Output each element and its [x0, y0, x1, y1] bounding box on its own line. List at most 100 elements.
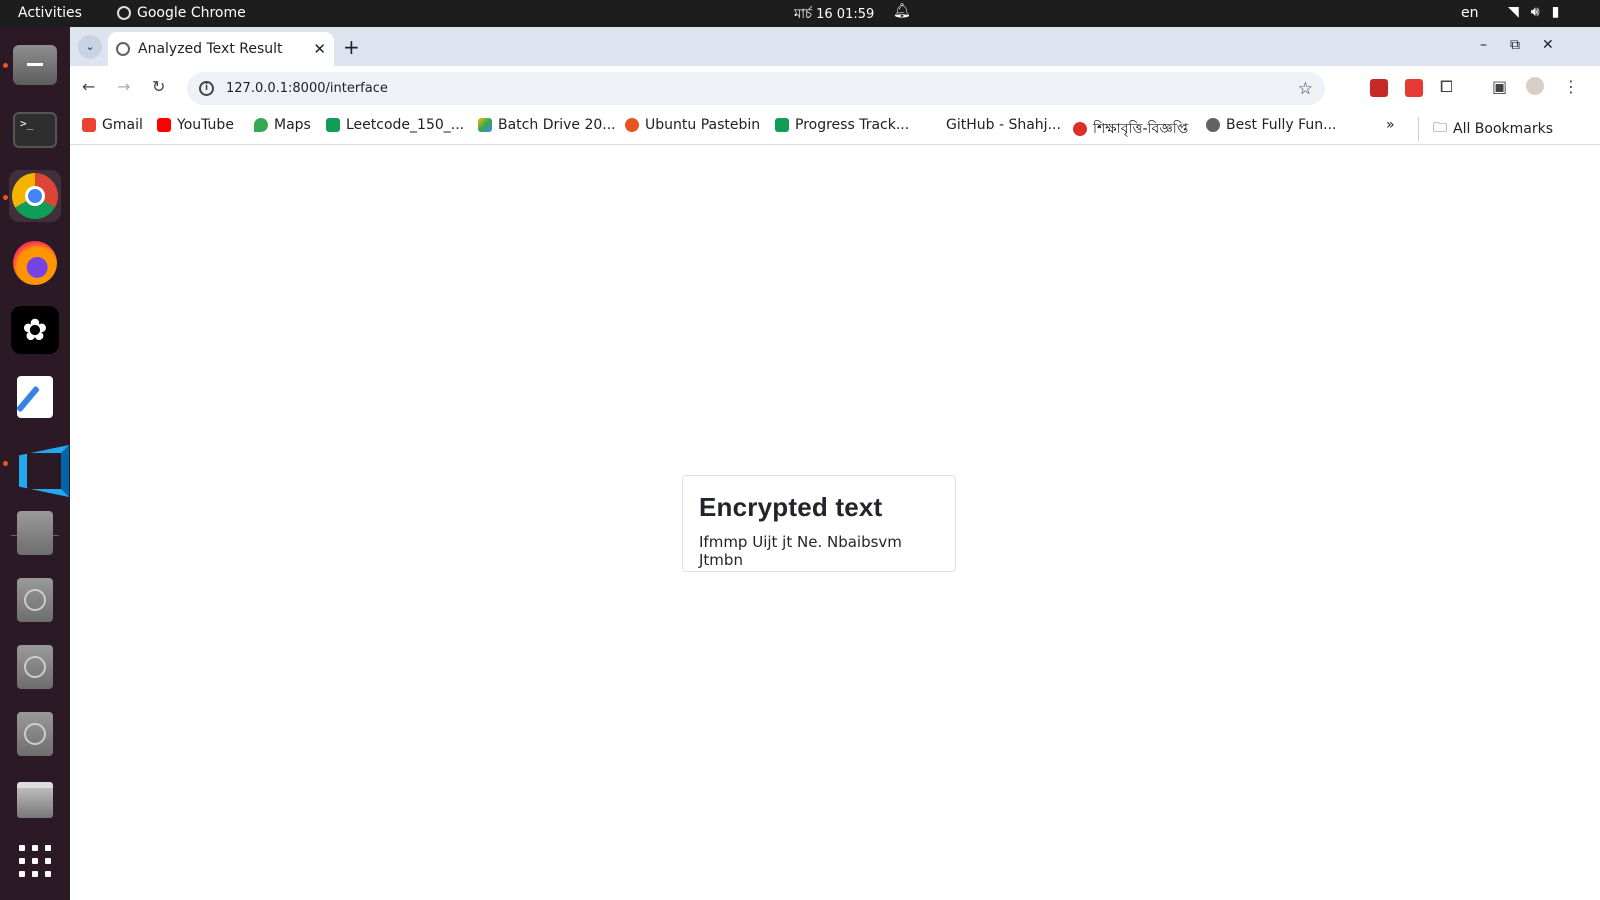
bookmark-star-icon[interactable]: ☆: [1298, 79, 1313, 99]
tab-analyzed-text-result[interactable]: Analyzed Text Result ✕: [108, 32, 334, 66]
terminal-launcher[interactable]: >_: [9, 104, 61, 156]
running-indicator: [3, 63, 8, 68]
minimize-icon[interactable]: –: [1480, 37, 1487, 53]
show-apps-button[interactable]: [9, 835, 61, 887]
bookmark-best-fully-fun[interactable]: Best Fully Fun...: [1206, 117, 1337, 133]
language-indicator[interactable]: en: [1461, 5, 1479, 21]
bookmark-label: শিক্ষাবৃত্তি-বিজ্ঞপ্তি: [1093, 121, 1189, 137]
app-menu[interactable]: Google Chrome: [117, 5, 246, 21]
reload-icon[interactable]: ↻: [152, 77, 165, 96]
disk-icon: [17, 511, 53, 555]
disk-launcher[interactable]: [9, 574, 61, 626]
app-name: Google Chrome: [137, 5, 246, 21]
bookmark-label: Batch Drive 20...: [498, 117, 616, 133]
all-bookmarks-label: All Bookmarks: [1453, 121, 1554, 137]
bookmark-gmail[interactable]: Gmail: [82, 117, 143, 133]
close-window-icon[interactable]: ✕: [1542, 37, 1554, 53]
page-content: Encrypted text Ifmmp Uijt jt Ne. Nbaibsv…: [70, 145, 1600, 900]
vscode-launcher[interactable]: [9, 437, 61, 489]
forward-arrow-icon[interactable]: →: [117, 77, 130, 96]
drive-icon: [478, 118, 492, 132]
back-arrow-icon[interactable]: ←: [82, 77, 95, 96]
disk-launcher[interactable]: [9, 708, 61, 760]
bookmark-github[interactable]: GitHub - Shahj...: [926, 117, 1061, 133]
battery-icon: ▮: [1551, 4, 1560, 20]
text-editor-launcher[interactable]: [9, 371, 61, 423]
bookmark-ubuntu-pastebin[interactable]: Ubuntu Pastebin: [625, 117, 760, 133]
disk-icon: [17, 578, 53, 622]
youtube-icon: [157, 118, 171, 132]
more-bookmarks-chevron-icon[interactable]: »: [1386, 117, 1395, 133]
clock[interactable]: মার্চ 16 01:59: [794, 5, 874, 26]
chrome-icon: [12, 173, 58, 219]
new-tab-button[interactable]: +: [343, 35, 360, 59]
bookmark-label: Gmail: [102, 117, 143, 133]
close-tab-icon[interactable]: ✕: [313, 40, 326, 58]
notification-bell-icon[interactable]: 🔔︎: [893, 3, 911, 19]
bookmark-label: Leetcode_150_...: [346, 117, 465, 133]
files-launcher[interactable]: [9, 39, 61, 91]
disk-launcher[interactable]: [9, 641, 61, 693]
card-heading: Encrypted text: [699, 492, 883, 522]
firefox-icon: [13, 241, 57, 285]
firefox-launcher[interactable]: [9, 237, 61, 289]
bookmark-label: Best Fully Fun...: [1226, 117, 1337, 133]
chatgpt-launcher[interactable]: ✿: [9, 304, 61, 356]
sheets-icon: [326, 118, 340, 132]
bookmark-label: Ubuntu Pastebin: [645, 117, 761, 133]
tab-strip: ⌄ Analyzed Text Result ✕ + – ⧉ ✕: [70, 27, 1600, 66]
running-indicator: [3, 195, 8, 200]
all-bookmarks-button[interactable]: 🗀︎ All Bookmarks: [1418, 117, 1553, 141]
system-top-bar: Activities Google Chrome মার্চ 16 01:59 …: [0, 0, 1600, 27]
bookmarks-bar: Gmail YouTube Maps Leetcode_150_... Batc…: [70, 111, 1600, 145]
url-text[interactable]: 127.0.0.1:8000/interface: [226, 81, 1286, 96]
site-info-icon[interactable]: i: [199, 81, 214, 96]
files-icon: [13, 45, 57, 85]
bookmark-youtube[interactable]: YouTube: [157, 117, 234, 133]
bookmark-progress-track[interactable]: Progress Track...: [775, 117, 909, 133]
side-panel-icon[interactable]: ▣: [1492, 77, 1507, 96]
restore-icon[interactable]: ⧉: [1510, 37, 1520, 53]
bookmark-scholarship-notice[interactable]: শিক্ষাবৃত্তি-বিজ্ঞপ্তি: [1073, 117, 1188, 141]
running-indicator: [3, 461, 8, 466]
text-editor-icon: [17, 376, 53, 418]
menu-kebab-icon[interactable]: ⋮: [1563, 77, 1579, 96]
vscode-icon: [13, 441, 57, 485]
activities-button[interactable]: Activities: [18, 5, 82, 21]
folder-icon: 🗀︎: [1433, 120, 1447, 136]
disk-icon: [17, 712, 53, 756]
tab-title: Analyzed Text Result: [138, 41, 283, 57]
bookmark-maps[interactable]: Maps: [254, 117, 311, 133]
chrome-launcher[interactable]: [9, 170, 61, 222]
bookmark-label: GitHub - Shahj...: [946, 117, 1061, 133]
extension-red-icon[interactable]: [1370, 79, 1388, 97]
profile-avatar[interactable]: [1526, 77, 1544, 95]
maps-icon: [254, 118, 268, 132]
gmail-icon: [82, 118, 96, 132]
bookmark-leetcode[interactable]: Leetcode_150_...: [326, 117, 464, 133]
trash-launcher[interactable]: [9, 774, 61, 826]
bookmark-label: Maps: [274, 117, 311, 133]
system-status-area[interactable]: ◥ 🔊︎ ▮: [1508, 4, 1559, 20]
ubuntu-icon: [625, 118, 639, 132]
volume-icon: 🔊︎: [1530, 4, 1540, 20]
address-bar[interactable]: i 127.0.0.1:8000/interface ☆: [187, 72, 1325, 105]
bd-gov-icon: [1073, 122, 1087, 136]
browser-toolbar: ← → ↻ i 127.0.0.1:8000/interface ☆ ⧠ ▣ ⋮: [70, 66, 1600, 111]
wifi-icon: ◥: [1508, 4, 1519, 20]
result-card: Encrypted text Ifmmp Uijt jt Ne. Nbaibsv…: [682, 475, 956, 572]
dock: >_ ✿: [0, 27, 70, 900]
disk-launcher[interactable]: [9, 507, 61, 559]
disk-icon: [17, 645, 53, 689]
globe-icon: [116, 42, 130, 56]
bookmark-label: Progress Track...: [795, 117, 910, 133]
app-grid-icon: [19, 845, 51, 877]
tab-search-button[interactable]: ⌄: [78, 35, 102, 59]
sheets-icon: [775, 118, 789, 132]
bookmark-batch-drive[interactable]: Batch Drive 20...: [478, 117, 616, 133]
extensions-puzzle-icon[interactable]: ⧠: [1440, 77, 1453, 97]
bookmark-label: YouTube: [177, 117, 234, 133]
terminal-icon: >_: [13, 112, 57, 148]
extension-grid-icon[interactable]: [1405, 79, 1423, 97]
chatgpt-icon: ✿: [11, 306, 59, 354]
